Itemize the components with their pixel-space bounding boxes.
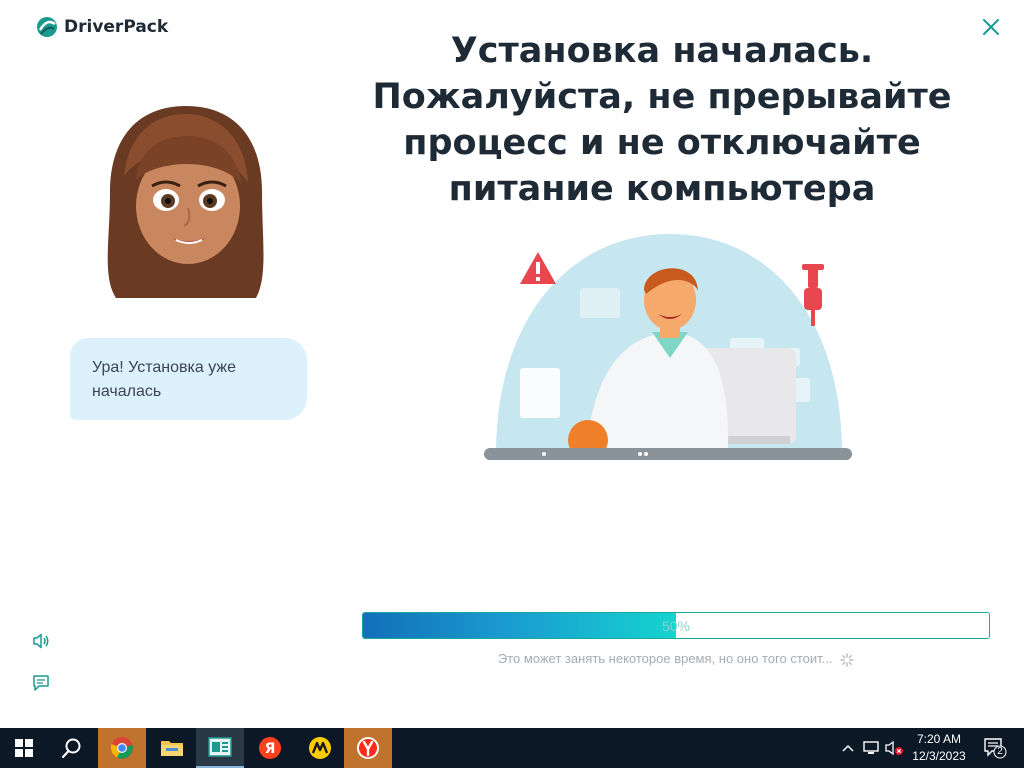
assistant-message-bubble: Ура! Установка уже началась [70, 338, 307, 420]
taskbar-app-yandex[interactable]: Я [246, 728, 294, 768]
progress-hint-text: Это может занять некоторое время, но оно… [497, 651, 833, 666]
action-center-button[interactable]: 2 [983, 738, 1007, 759]
show-hidden-icons-button[interactable] [838, 738, 858, 758]
chat-button[interactable] [31, 673, 51, 693]
title-line: питание компьютера [448, 169, 876, 209]
title-line: процесс и не отключайте [403, 123, 921, 163]
assistant-message-line: Ура! Установка уже [92, 359, 236, 376]
taskbar-app-yandex-browser[interactable] [344, 728, 392, 768]
assistant-avatar [107, 106, 264, 298]
sound-toggle-button[interactable] [31, 631, 51, 651]
clock-time: 7:20 AM [916, 732, 962, 746]
title-line: Установка началась. [450, 31, 874, 71]
progress-hint: Это может занять некоторое время, но оно… [362, 651, 990, 667]
driverpack-window: DriverPack Ура! Установка уже началась У… [0, 0, 1024, 728]
search-icon [61, 738, 81, 759]
network-tray-button[interactable] [861, 738, 881, 758]
taskbar-app-driverpack[interactable] [196, 728, 244, 768]
windows-logo-icon [15, 739, 33, 757]
clock-date: 12/3/2023 [912, 749, 966, 763]
taskbar-app-yandex-market[interactable] [296, 728, 344, 768]
volume-tray-button[interactable] [884, 738, 904, 758]
title-line: Пожалуйста, не прерывайте [372, 77, 952, 117]
chat-icon [33, 675, 49, 691]
taskbar-app-chrome[interactable] [98, 728, 146, 768]
start-button[interactable] [0, 728, 48, 768]
driverpack-logo-icon [37, 17, 57, 37]
yandex-market-icon [309, 737, 331, 759]
taskbar-app-file-explorer[interactable] [148, 728, 196, 768]
folder-icon [161, 741, 183, 756]
chevron-up-icon [842, 744, 854, 752]
progress-percent: 50% [661, 618, 691, 634]
speaker-icon [33, 633, 49, 649]
windows-taskbar: Я 7:20 AM 12/3/2023 2 [0, 728, 1024, 768]
network-icon [863, 741, 879, 754]
brand-name: DriverPack [64, 17, 169, 37]
search-button[interactable] [48, 728, 96, 768]
page-title: Установка началась. Пожалуйста, не преры… [340, 28, 984, 212]
loading-spinner-icon [840, 652, 854, 667]
volume-muted-icon [885, 740, 903, 756]
driverpack-logo: DriverPack [36, 16, 168, 38]
installation-illustration [484, 234, 852, 460]
yandex-browser-icon [357, 737, 379, 759]
system-clock[interactable]: 7:20 AM 12/3/2023 [906, 731, 972, 765]
installation-progress-bar: 50% [362, 612, 990, 639]
chrome-icon [110, 737, 133, 759]
svg-text:Я: Я [265, 741, 276, 757]
driverpack-window-icon [208, 737, 232, 757]
notification-count: 2 [997, 746, 1003, 757]
yandex-icon: Я [259, 737, 281, 759]
assistant-message-line: началась [92, 383, 162, 400]
